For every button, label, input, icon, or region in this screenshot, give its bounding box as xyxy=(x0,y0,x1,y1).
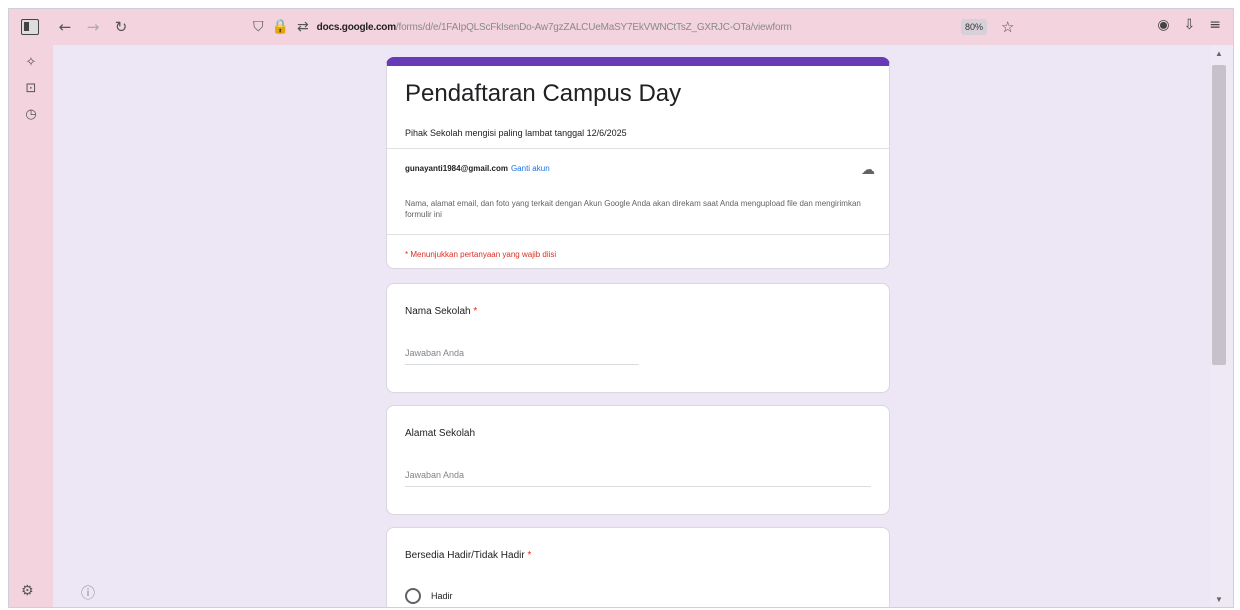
url-host: docs.google.com xyxy=(316,21,396,33)
menu-icon[interactable]: ≡ xyxy=(1209,17,1221,33)
radio-button[interactable] xyxy=(405,588,421,604)
answer-input[interactable]: Jawaban Anda xyxy=(405,348,639,365)
url-text[interactable]: docs.google.com/forms/d/e/1FAIpQLScFkIse… xyxy=(317,22,792,33)
settings-gear-icon[interactable]: ⚙ xyxy=(21,583,34,599)
ai-chat-icon[interactable]: ✧ xyxy=(23,55,39,71)
lock-icon[interactable]: 🔒 xyxy=(272,19,289,35)
sidebar-icon[interactable] xyxy=(21,19,39,35)
shield-icon[interactable]: ⛉ xyxy=(253,19,264,35)
required-asterisk: * xyxy=(527,550,532,561)
scroll-down-arrow-icon[interactable]: ▼ xyxy=(1215,595,1223,604)
extension-icon[interactable]: ◉ xyxy=(1157,17,1169,33)
answer-input[interactable]: Jawaban Anda xyxy=(405,470,871,487)
toolbar-right-icons: ◉ ⇩ ≡ xyxy=(1157,17,1221,33)
required-asterisk: * xyxy=(473,306,478,317)
browser-window: ← → ↻ ⛉ 🔒 ⇄ docs.google.com/forms/d/e/1F… xyxy=(8,8,1234,608)
question-text: Alamat Sekolah xyxy=(405,428,476,439)
question-label: Nama Sekolah * xyxy=(405,306,477,317)
question-text: Bersedia Hadir/Tidak Hadir xyxy=(405,550,525,561)
question-card-nama-sekolah: Nama Sekolah * Jawaban Anda xyxy=(386,283,890,393)
required-note: * Menunjukkan pertanyaan yang wajib diis… xyxy=(405,250,557,259)
account-notice: Nama, alamat email, dan foto yang terkai… xyxy=(405,199,861,219)
address-bar[interactable]: ⛉ 🔒 ⇄ docs.google.com/forms/d/e/1FAIpQLS… xyxy=(253,15,1053,39)
reload-icon[interactable]: ↻ xyxy=(109,15,133,39)
scrollbar-thumb[interactable] xyxy=(1212,65,1226,365)
question-label: Bersedia Hadir/Tidak Hadir * xyxy=(405,550,531,561)
question-card-kehadiran: Bersedia Hadir/Tidak Hadir * Hadir xyxy=(386,527,890,607)
bookmarks-icon[interactable]: ⊡ xyxy=(23,81,39,97)
radio-option-hadir[interactable]: Hadir xyxy=(405,588,453,604)
download-icon[interactable]: ⇩ xyxy=(1184,17,1196,33)
header-divider xyxy=(387,148,889,149)
form-description: Pihak Sekolah mengisi paling lambat tang… xyxy=(405,128,627,138)
account-email: gunayanti1984@gmail.com xyxy=(405,164,508,173)
back-arrow-icon[interactable]: ← xyxy=(53,15,77,39)
page-content: Pendaftaran Campus Day Pihak Sekolah men… xyxy=(53,45,1211,607)
forward-arrow-icon[interactable]: → xyxy=(81,15,105,39)
help-icon[interactable]: ⓘ xyxy=(81,583,95,603)
permissions-icon[interactable]: ⇄ xyxy=(297,19,309,35)
zoom-level-badge[interactable]: 80% xyxy=(961,19,987,35)
question-text: Nama Sekolah xyxy=(405,306,471,317)
star-icon[interactable]: ☆ xyxy=(1001,18,1014,36)
switch-account-link[interactable]: Ganti akun xyxy=(511,164,550,173)
scroll-up-arrow-icon[interactable]: ▲ xyxy=(1215,49,1223,58)
url-path: /forms/d/e/1FAIpQLScFkIsenDo-Aw7gzZALCUe… xyxy=(395,21,792,33)
radio-label: Hadir xyxy=(431,591,453,601)
cloud-saved-icon: ☁ xyxy=(861,162,875,178)
question-label: Alamat Sekolah xyxy=(405,428,475,439)
account-line: gunayanti1984@gmail.com Ganti akun xyxy=(405,164,550,173)
form-title: Pendaftaran Campus Day xyxy=(405,80,682,107)
history-icon[interactable]: ◷ xyxy=(23,107,39,123)
browser-sidebar: ✧ ⊡ ◷ xyxy=(9,45,53,607)
form-header-card: Pendaftaran Campus Day Pihak Sekolah men… xyxy=(386,57,890,269)
question-card-alamat-sekolah: Alamat Sekolah Jawaban Anda xyxy=(386,405,890,515)
notice-divider xyxy=(387,234,889,235)
